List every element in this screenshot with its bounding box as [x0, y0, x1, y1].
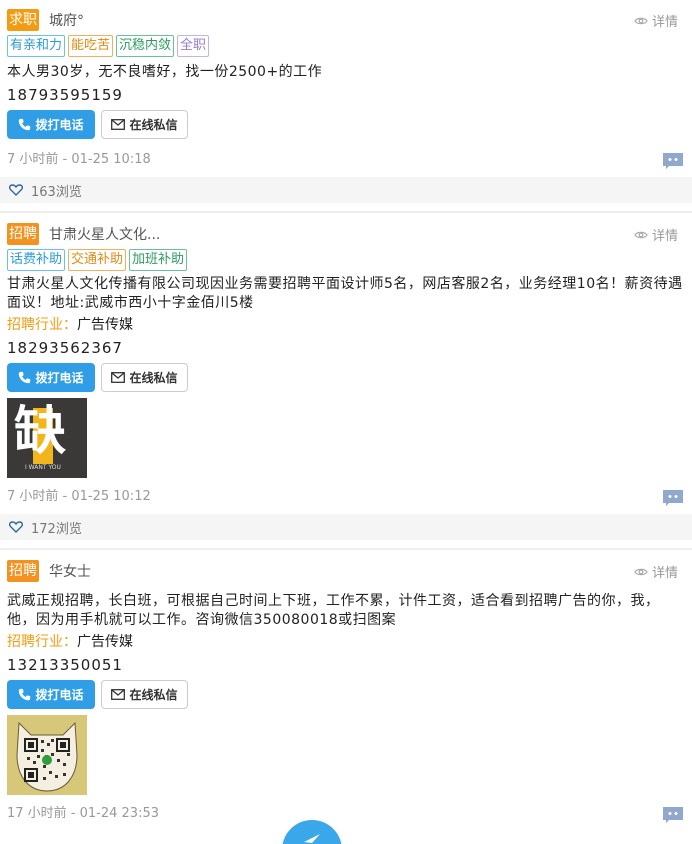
tag: 话费补助 — [7, 249, 66, 271]
eye-icon — [634, 568, 648, 575]
post-time: 7 小时前 - 01-25 10:18 — [7, 152, 151, 167]
view-count: 163浏览 — [31, 184, 82, 200]
tag: 全职 — [177, 35, 210, 57]
post-type-badge: 求职 — [7, 9, 39, 31]
post-image[interactable]: 缺 I WANT YOU — [7, 398, 87, 478]
mail-icon — [111, 689, 126, 700]
mail-icon — [111, 372, 126, 383]
post-description: 武威正规招聘，长白班，可根据自己时间上下班，工作不累，计件工资，适合看到招聘广告… — [7, 593, 660, 628]
post-meta: 7 小时前 - 01-25 10:12 — [7, 486, 684, 508]
industry-value: 广告传媒 — [77, 317, 133, 333]
detail-link[interactable]: 详情 — [634, 562, 678, 581]
post-type-badge: 招聘 — [7, 223, 39, 245]
views-bar: 172浏览 — [0, 514, 692, 540]
detail-link[interactable]: 详情 — [634, 11, 678, 30]
industry-key: 招聘行业： — [7, 317, 77, 333]
phone-icon — [19, 371, 31, 384]
post-time: 17 小时前 - 01-24 23:53 — [7, 806, 160, 821]
tag-list: 话费补助 交通补助 加班补助 — [7, 249, 684, 271]
post-description: 本人男30岁，无不良嗜好，找一份2500+的工作 — [7, 64, 323, 80]
message-label: 在线私信 — [129, 688, 178, 702]
eye-icon — [634, 231, 648, 238]
tag: 加班补助 — [129, 249, 188, 271]
post-header: 求职 城府° 详情 — [7, 9, 684, 31]
tag: 能吃苦 — [68, 35, 114, 57]
image-caption: I WANT YOU — [25, 464, 61, 471]
heart-icon[interactable] — [9, 184, 23, 196]
comment-icon[interactable] — [663, 807, 683, 823]
detail-link[interactable]: 详情 — [634, 225, 678, 244]
send-icon — [304, 834, 320, 843]
industry-value: 广告传媒 — [77, 634, 133, 650]
call-button[interactable]: 拨打电话 — [7, 363, 95, 392]
post-meta: 7 小时前 - 01-25 10:18 — [7, 149, 684, 171]
post-meta: 17 小时前 - 01-24 23:53 — [7, 803, 684, 825]
post-actions: 拨打电话 在线私信 — [7, 110, 684, 139]
poster-name[interactable]: 城府° — [49, 10, 84, 30]
view-count: 172浏览 — [31, 521, 82, 537]
post-header: 招聘 华女士 详情 — [7, 560, 684, 582]
industry-line: 招聘行业：广告传媒 — [7, 632, 684, 652]
industry-key: 招聘行业： — [7, 634, 77, 650]
call-button[interactable]: 拨打电话 — [7, 110, 95, 139]
phone-number: 13213350051 — [7, 656, 123, 674]
detail-label: 详情 — [651, 15, 678, 30]
tag-list: 有亲和力 能吃苦 沉稳内敛 全职 — [7, 35, 684, 57]
post-actions: 拨打电话 在线私信 — [7, 680, 684, 709]
qr-code-graphic — [16, 721, 78, 792]
phone-number: 18293562367 — [7, 339, 123, 357]
post-time: 7 小时前 - 01-25 10:12 — [7, 489, 151, 504]
mail-icon — [111, 119, 126, 130]
phone-icon — [19, 688, 31, 701]
post-card: 求职 城府° 详情 有亲和力 能吃苦 沉稳内敛 全职 本人男30岁，无不良嗜好，… — [0, 0, 692, 203]
detail-label: 详情 — [651, 229, 678, 244]
qr-code-image[interactable] — [7, 715, 87, 795]
call-button[interactable]: 拨打电话 — [7, 680, 95, 709]
tag: 交通补助 — [68, 249, 127, 271]
message-button[interactable]: 在线私信 — [101, 680, 188, 709]
industry-line: 招聘行业：广告传媒 — [7, 315, 684, 335]
views-bar: 163浏览 — [0, 177, 692, 203]
post-type-badge: 招聘 — [7, 560, 39, 582]
tag: 沉稳内敛 — [116, 35, 175, 57]
detail-label: 详情 — [651, 566, 678, 581]
post-card: 招聘 华女士 详情 武威正规招聘，长白班，可根据自己时间上下班，工作不累，计件工… — [0, 548, 692, 825]
call-label: 拨打电话 — [35, 118, 84, 132]
message-label: 在线私信 — [129, 118, 178, 132]
message-button[interactable]: 在线私信 — [101, 110, 188, 139]
call-label: 拨打电话 — [35, 688, 84, 702]
message-label: 在线私信 — [129, 371, 178, 385]
image-big-char: 缺 — [14, 402, 67, 462]
call-label: 拨打电话 — [35, 371, 84, 385]
eye-icon — [634, 17, 648, 24]
poster-name[interactable]: 甘肃火星人文化... — [49, 224, 160, 244]
comment-icon[interactable] — [663, 490, 683, 506]
post-card: 招聘 甘肃火星人文化... 详情 话费补助 交通补助 加班补助 甘肃火星人文化传… — [0, 211, 692, 540]
tag: 有亲和力 — [7, 35, 66, 57]
comment-icon[interactable] — [663, 153, 683, 169]
phone-number: 18793595159 — [7, 86, 123, 104]
post-description: 甘肃火星人文化传播有限公司现因业务需要招聘平面设计师5名，网店客服2名，业务经理… — [7, 276, 683, 311]
heart-icon[interactable] — [9, 521, 23, 533]
phone-icon — [19, 118, 31, 131]
post-actions: 拨打电话 在线私信 — [7, 363, 684, 392]
post-header: 招聘 甘肃火星人文化... 详情 — [7, 223, 684, 245]
message-button[interactable]: 在线私信 — [101, 363, 188, 392]
poster-name[interactable]: 华女士 — [49, 561, 91, 581]
